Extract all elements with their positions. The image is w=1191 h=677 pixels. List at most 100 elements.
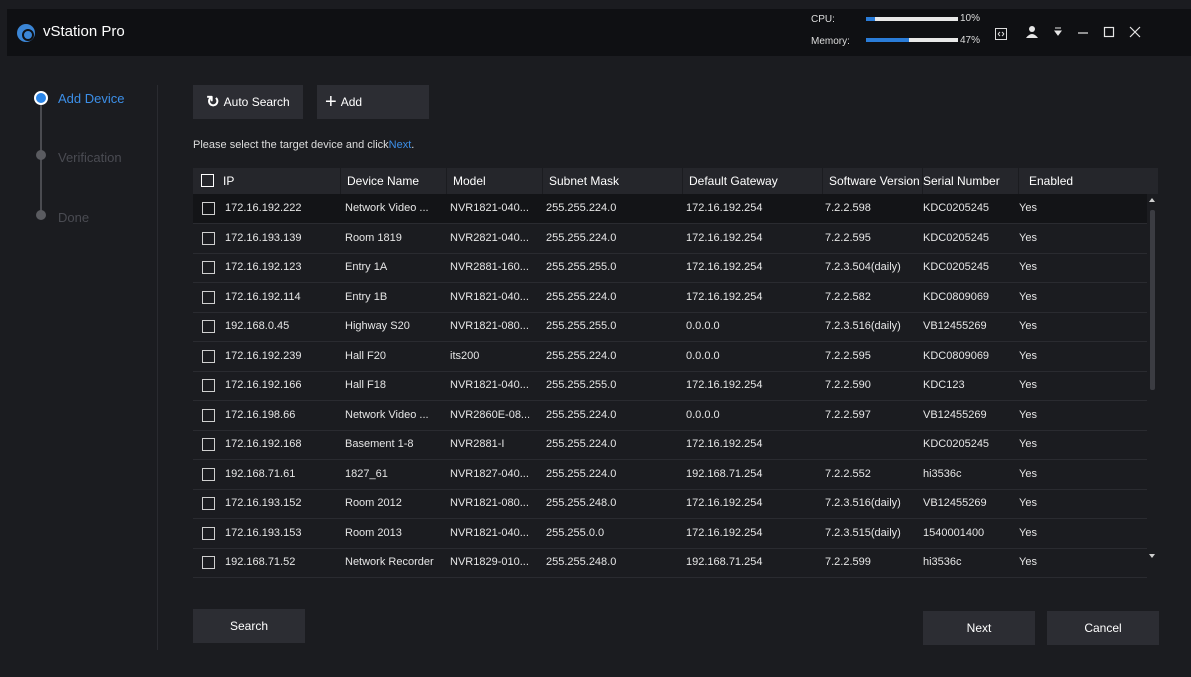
- dropdown-icon[interactable]: [1050, 25, 1066, 43]
- table-row[interactable]: 172.16.198.66 Network Video ... NVR2860E-0…: [193, 401, 1147, 431]
- memory-value: 47%: [960, 35, 981, 46]
- cell-subnet-mask: 255.255.248.0: [546, 497, 617, 509]
- table-row[interactable]: 172.16.192.168 Basement 1-8 NVR2881-I 255.2…: [193, 430, 1147, 460]
- cell-model: NVR2821-040...: [450, 231, 529, 244]
- device-table: IP Device Name Model Subnet Mask Default…: [193, 168, 1159, 578]
- cell-ip: 192.168.71.61: [225, 467, 296, 480]
- header-device-name[interactable]: Device Name: [341, 168, 447, 194]
- cell-serial-number: hi3536c: [923, 467, 962, 480]
- header-software-version[interactable]: Software Version: [823, 168, 923, 194]
- cell-serial-number: KDC0205245: [923, 231, 990, 244]
- row-checkbox[interactable]: [202, 467, 215, 481]
- header-model[interactable]: Model: [447, 168, 543, 194]
- cell-default-gateway: 172.16.192.254: [686, 202, 763, 214]
- cell-serial-number: 1540001400: [923, 526, 985, 539]
- cpu-value: 10%: [960, 13, 981, 24]
- close-icon[interactable]: [1127, 25, 1143, 43]
- header-enabled[interactable]: Enabled: [1019, 168, 1159, 194]
- steps-connector: [40, 104, 42, 216]
- table-row[interactable]: 172.16.193.152 Room 2012 NVR1821-080... 255…: [193, 489, 1147, 519]
- header-subnet-mask[interactable]: Subnet Mask: [543, 168, 683, 194]
- cell-subnet-mask: 255.255.255.0: [546, 320, 617, 332]
- cell-subnet-mask: 255.255.224.0: [546, 202, 617, 214]
- cell-subnet-mask: 255.255.255.0: [546, 261, 617, 273]
- minimize-icon[interactable]: [1075, 25, 1091, 43]
- cell-model: NVR1829-010...: [450, 556, 529, 568]
- user-icon[interactable]: [1024, 25, 1040, 43]
- cell-enabled: Yes: [1019, 467, 1037, 480]
- row-checkbox[interactable]: [202, 320, 215, 333]
- cell-enabled: Yes: [1019, 438, 1037, 450]
- cell-software-version: 7.2.3.504(daily): [825, 261, 901, 273]
- table-row[interactable]: 192.168.71.52 Network Recorder NVR1829-010…: [193, 548, 1147, 578]
- row-checkbox[interactable]: [202, 290, 215, 304]
- search-button[interactable]: Search: [193, 609, 305, 643]
- cell-ip: 172.16.192.123: [225, 261, 302, 273]
- table-row[interactable]: 172.16.192.123 Entry 1A NVR2881-160... 255.…: [193, 253, 1147, 283]
- cell-serial-number: KDC0809069: [923, 349, 990, 362]
- select-all-checkbox[interactable]: [201, 174, 214, 187]
- cell-software-version: 7.2.2.597: [825, 408, 871, 421]
- row-checkbox[interactable]: [202, 379, 215, 392]
- table-scrollbar[interactable]: [1147, 194, 1159, 560]
- cell-ip: 192.168.0.45: [225, 320, 290, 332]
- row-checkbox[interactable]: [202, 261, 215, 274]
- header-ip[interactable]: IP: [217, 168, 341, 194]
- title-bar: vStation Pro CPU: 10% Memory: 47%: [7, 9, 1191, 56]
- cell-ip: 172.16.192.114: [225, 290, 301, 303]
- memory-label: Memory:: [811, 36, 850, 47]
- cancel-button[interactable]: Cancel: [1047, 611, 1159, 645]
- plus-icon: +: [325, 90, 337, 113]
- scrollbar-thumb[interactable]: [1150, 210, 1155, 390]
- header-serial-number[interactable]: Serial Number: [923, 168, 1019, 194]
- row-checkbox[interactable]: [202, 202, 215, 215]
- cell-device-name: Hall F20: [345, 349, 386, 362]
- row-checkbox[interactable]: [202, 556, 215, 569]
- cell-ip: 172.16.192.239: [225, 349, 302, 362]
- maximize-icon[interactable]: [1101, 25, 1117, 43]
- cell-device-name: Entry 1B: [345, 290, 388, 303]
- cell-default-gateway: 172.16.192.254: [686, 290, 763, 303]
- row-checkbox[interactable]: [202, 438, 215, 451]
- scroll-down-icon[interactable]: [1149, 554, 1155, 558]
- add-button[interactable]: + Add: [317, 85, 429, 119]
- cell-subnet-mask: 255.255.0.0: [546, 526, 605, 539]
- table-row[interactable]: 172.16.193.139 Room 1819 NVR2821-040... 255…: [193, 224, 1147, 254]
- cell-subnet-mask: 255.255.255.0: [546, 379, 617, 391]
- table-row[interactable]: 172.16.193.153 Room 2013 NVR1821-040... 255…: [193, 519, 1147, 549]
- table-row[interactable]: 172.16.192.166 Hall F18 NVR1821-040... 255.…: [193, 371, 1147, 401]
- cpu-label: CPU:: [811, 14, 835, 25]
- hint-text: Please select the target device and clic…: [193, 139, 389, 151]
- row-checkbox[interactable]: [202, 408, 215, 422]
- row-checkbox[interactable]: [202, 231, 215, 245]
- app-window: vStation Pro CPU: 10% Memory: 47% Add De…: [7, 0, 1191, 677]
- table-row[interactable]: 172.16.192.114 Entry 1B NVR1821-040... 255.…: [193, 283, 1147, 313]
- cell-device-name: Highway S20: [345, 320, 410, 332]
- cell-serial-number: KDC0809069: [923, 290, 990, 303]
- cell-device-name: 1827_61: [345, 467, 388, 480]
- cell-ip: 172.16.192.166: [225, 379, 302, 391]
- cell-software-version: 7.2.2.582: [825, 290, 871, 303]
- scroll-up-icon[interactable]: [1149, 198, 1155, 202]
- cell-model: its200: [450, 349, 480, 362]
- table-row[interactable]: 172.16.192.222 Network Video ... NVR1821-0…: [193, 194, 1147, 224]
- auto-search-button[interactable]: ↻ Auto Search: [193, 85, 303, 119]
- cell-enabled: Yes: [1019, 497, 1037, 509]
- table-row[interactable]: 192.168.71.61 1827_61 NVR1827-040... 255.25…: [193, 460, 1147, 490]
- row-checkbox[interactable]: [202, 497, 215, 510]
- cell-device-name: Entry 1A: [345, 261, 388, 273]
- cell-default-gateway: 192.168.71.254: [686, 556, 763, 568]
- table-header: IP Device Name Model Subnet Mask Default…: [193, 168, 1159, 194]
- screen-icon[interactable]: [995, 28, 1007, 40]
- table-row[interactable]: 192.168.0.45 Highway S20 NVR1821-080... 255…: [193, 312, 1147, 342]
- next-button[interactable]: Next: [923, 611, 1035, 645]
- wizard-steps: Add Device Verification Done: [7, 56, 157, 656]
- row-checkbox[interactable]: [202, 349, 215, 363]
- cell-default-gateway: 172.16.192.254: [686, 379, 763, 391]
- header-default-gateway[interactable]: Default Gateway: [683, 168, 823, 194]
- row-checkbox[interactable]: [202, 526, 215, 540]
- cell-enabled: Yes: [1019, 556, 1037, 568]
- cell-model: NVR1821-080...: [450, 497, 529, 509]
- cell-model: NVR1821-040...: [450, 379, 529, 391]
- table-row[interactable]: 172.16.192.239 Hall F20 its200 255.255.224.…: [193, 342, 1147, 372]
